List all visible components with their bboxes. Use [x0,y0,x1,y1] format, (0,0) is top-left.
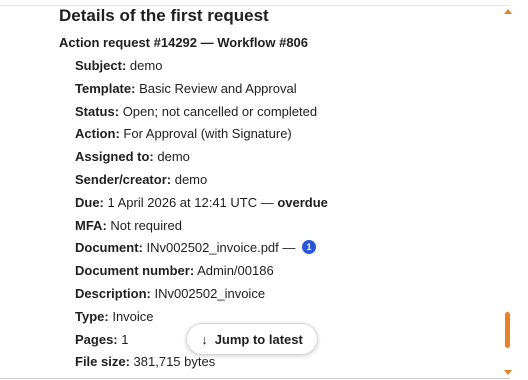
field-mfa: MFA: Not required [75,218,499,234]
jump-to-latest-button[interactable]: ↓ Jump to latest [186,323,318,355]
field-label: Status: [75,103,120,119]
field-label: File size: [75,354,130,370]
field-label: Document: [75,240,143,256]
transcript-viewport: Details of the first request Action requ… [0,0,528,380]
field-value: Basic Review and Approval [139,80,297,96]
field-subject: Subject: demo [75,58,499,74]
scroll-thumb[interactable] [505,312,510,348]
field-label: Action: [75,126,120,142]
field-description: Description: INv002502_invoice [75,286,499,302]
field-value: INv002502_invoice [154,285,266,301]
field-value: 381,715 bytes [133,354,216,370]
field-value: 1 April 2026 at 12:41 UTC — [107,194,274,210]
field-value: Not required [110,217,182,233]
field-value: demo [174,171,208,187]
field-assigned-to: Assigned to: demo [75,149,499,165]
field-file-size: File size: 381,715 bytes [75,354,499,370]
field-value: demo [129,58,163,73]
vertical-scrollbar[interactable] [502,6,514,378]
field-value: Invoice [112,308,154,324]
arrow-down-icon: ↓ [201,331,208,347]
field-document-number: Document number: Admin/00186 [75,263,499,279]
field-status: Status: Open; not cancelled or completed [75,104,499,120]
field-action: Action: For Approval (with Signature) [75,126,499,142]
field-label: Assigned to: [75,149,154,165]
field-label: Subject: [75,58,127,73]
overdue-flag: overdue [277,194,328,210]
field-value: 1 [121,331,129,347]
document-filename[interactable]: INv002502_invoice.pdf — [147,240,296,255]
jump-to-latest-label: Jump to latest [214,331,303,347]
field-label: Sender/creator: [75,171,172,187]
field-label: Due: [75,194,104,210]
field-value: demo [157,149,190,165]
field-value: Open; not cancelled or completed [122,103,318,119]
scroll-up-arrow-icon[interactable] [504,9,512,14]
request-details: Details of the first request Action requ… [59,6,499,377]
field-value: For Approval (with Signature) [123,126,292,142]
request-line: Action request #14292 — Workflow #806 [59,35,309,50]
field-label: Description: [75,285,151,301]
field-value: Admin/00186 [197,263,274,279]
field-label: Template: [75,80,136,96]
field-label: Document number: [75,263,195,279]
field-label: Type: [75,308,109,324]
section-title: Details of the first request [59,6,269,25]
field-due: Due: 1 April 2026 at 12:41 UTC — overdue [75,195,499,211]
field-label: Pages: [75,331,118,347]
field-sender: Sender/creator: demo [75,172,499,188]
citation-badge[interactable]: 1 [302,240,317,255]
bottom-divider [0,378,510,379]
field-label: MFA: [75,217,107,233]
field-document: Document: INv002502_invoice.pdf — 1 [75,240,499,256]
field-template: Template: Basic Review and Approval [75,81,499,97]
scroll-down-arrow-icon[interactable] [504,370,512,375]
